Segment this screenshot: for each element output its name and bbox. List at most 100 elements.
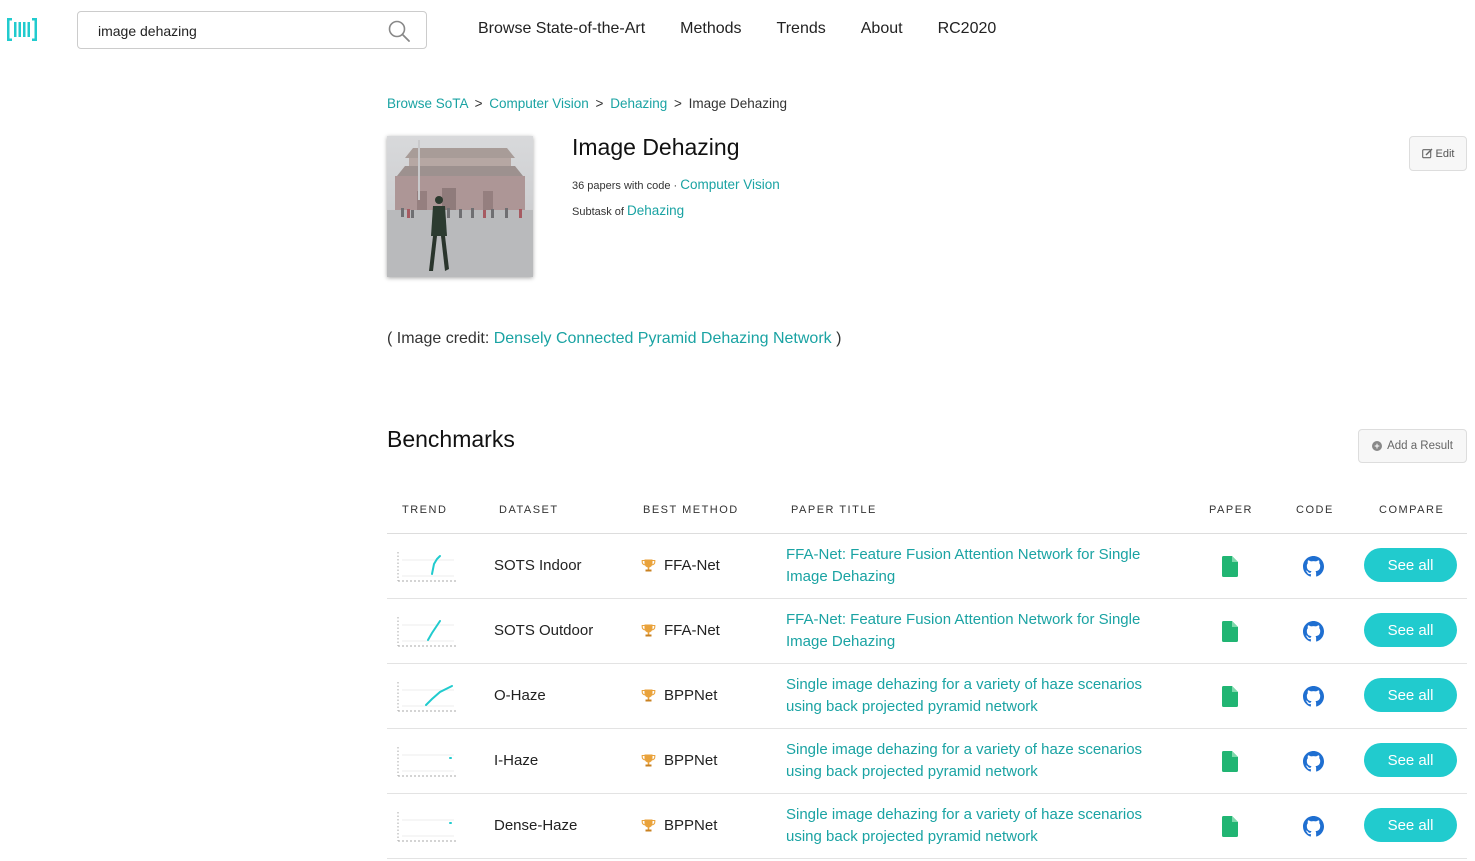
search-input[interactable]: image dehazing — [77, 11, 427, 49]
search-value[interactable]: image dehazing — [98, 23, 197, 39]
paper-title-link[interactable]: Single image dehazing for a variety of h… — [786, 674, 1166, 718]
parent-task-link[interactable]: Dehazing — [627, 203, 684, 218]
image-credit: ( Image credit: Densely Connected Pyrami… — [387, 330, 841, 348]
header-paper-title: PAPER TITLE — [791, 504, 877, 516]
trend-sparkline[interactable] — [396, 745, 458, 779]
trend-sparkline[interactable] — [396, 615, 458, 649]
header-dataset: DATASET — [499, 504, 559, 516]
best-method[interactable]: BPPNet — [641, 687, 717, 704]
table-row[interactable]: SOTS Indoor FFA-Net FFA-Net: Feature Fus… — [387, 534, 1467, 599]
trend-sparkline[interactable] — [396, 550, 458, 584]
table-row[interactable]: Dense-Haze BPPNet Single image dehazing … — [387, 794, 1467, 859]
trend-line — [431, 555, 441, 575]
dataset-name[interactable]: SOTS Outdoor — [494, 622, 593, 639]
paper-title-link[interactable]: FFA-Net: Feature Fusion Attention Networ… — [786, 609, 1166, 653]
add-result-label: Add a Result — [1387, 440, 1453, 452]
breadcrumb-browse-sota[interactable]: Browse SoTA — [387, 96, 468, 111]
see-all-button[interactable]: See all — [1364, 613, 1457, 647]
github-icon[interactable] — [1303, 621, 1324, 642]
github-icon[interactable] — [1303, 556, 1324, 577]
edit-label: Edit — [1435, 147, 1455, 160]
trend-sparkline[interactable] — [396, 680, 458, 714]
task-meta: 36 papers with code · Computer Vision — [572, 177, 780, 192]
paper-file-icon[interactable] — [1222, 816, 1238, 837]
table-row[interactable]: SOTS Outdoor FFA-Net FFA-Net: Feature Fu… — [387, 599, 1467, 664]
breadcrumb-separator: > — [674, 96, 682, 111]
papers-count: 36 papers with code — [572, 180, 671, 192]
dataset-name[interactable]: Dense-Haze — [494, 817, 577, 834]
table-row[interactable]: O-Haze BPPNet Single image dehazing for … — [387, 664, 1467, 729]
nav-about[interactable]: About — [861, 20, 903, 38]
table-header-row: TREND DATASET BEST METHOD PAPER TITLE PA… — [387, 494, 1467, 534]
trophy-icon — [641, 559, 656, 572]
best-method[interactable]: FFA-Net — [641, 557, 720, 574]
header-trend: TREND — [402, 504, 448, 516]
method-name: BPPNet — [664, 687, 718, 704]
paper-file-icon[interactable] — [1222, 621, 1238, 642]
see-all-button[interactable]: See all — [1364, 548, 1457, 582]
nav-rc2020[interactable]: RC2020 — [938, 20, 997, 38]
image-credit-suffix: ) — [836, 330, 842, 347]
github-icon[interactable] — [1303, 686, 1324, 707]
see-all-button[interactable]: See all — [1364, 678, 1457, 712]
add-result-button[interactable]: + Add a Result — [1358, 429, 1467, 463]
nav-trends[interactable]: Trends — [777, 20, 826, 38]
image-credit-prefix: ( Image credit: — [387, 330, 490, 347]
github-icon[interactable] — [1303, 751, 1324, 772]
see-all-button[interactable]: See all — [1364, 808, 1457, 842]
benchmarks-table: TREND DATASET BEST METHOD PAPER TITLE PA… — [387, 494, 1467, 859]
meta-dot: · — [673, 180, 678, 192]
method-name: FFA-Net — [664, 622, 720, 639]
breadcrumb: Browse SoTA > Computer Vision > Dehazing… — [387, 96, 787, 111]
trophy-icon — [641, 754, 656, 767]
method-name: BPPNet — [664, 752, 718, 769]
area-link[interactable]: Computer Vision — [680, 177, 780, 192]
edit-button[interactable]: Edit — [1409, 136, 1467, 171]
method-name: BPPNet — [664, 817, 718, 834]
header-paper: PAPER — [1209, 504, 1253, 516]
breadcrumb-dehazing[interactable]: Dehazing — [610, 96, 667, 111]
breadcrumb-separator: > — [474, 96, 483, 111]
page-title: Image Dehazing — [572, 134, 740, 160]
paper-title-link[interactable]: FFA-Net: Feature Fusion Attention Networ… — [786, 544, 1166, 588]
best-method[interactable]: BPPNet — [641, 817, 717, 834]
best-method[interactable]: BPPNet — [641, 752, 717, 769]
papers-with-code-logo[interactable] — [7, 17, 37, 42]
paper-title-link[interactable]: Single image dehazing for a variety of h… — [786, 804, 1166, 848]
benchmarks-heading: Benchmarks — [387, 426, 515, 452]
trophy-icon — [641, 689, 656, 702]
method-name: FFA-Net — [664, 557, 720, 574]
search-icon[interactable] — [388, 20, 410, 42]
github-icon[interactable] — [1303, 816, 1324, 837]
task-thumbnail-image — [387, 136, 533, 277]
dataset-name[interactable]: SOTS Indoor — [494, 557, 582, 574]
nav-browse-sota[interactable]: Browse State-of-the-Art — [478, 20, 645, 38]
see-all-button[interactable]: See all — [1364, 743, 1457, 777]
paper-file-icon[interactable] — [1222, 751, 1238, 772]
header-code: CODE — [1296, 504, 1334, 516]
trophy-icon — [641, 624, 656, 637]
breadcrumb-computer-vision[interactable]: Computer Vision — [489, 96, 589, 111]
trend-sparkline[interactable] — [396, 810, 458, 844]
header-compare: COMPARE — [1379, 504, 1445, 516]
breadcrumb-current: Image Dehazing — [688, 96, 787, 111]
trend-line — [427, 620, 441, 641]
nav-methods[interactable]: Methods — [680, 20, 741, 38]
trophy-icon — [641, 819, 656, 832]
header-best-method: BEST METHOD — [643, 504, 739, 516]
dataset-name[interactable]: I-Haze — [494, 752, 538, 769]
trend-line — [425, 685, 453, 706]
paper-title-link[interactable]: Single image dehazing for a variety of h… — [786, 739, 1166, 783]
paper-file-icon[interactable] — [1222, 686, 1238, 707]
navbar: image dehazing Browse State-of-the-Art M… — [0, 0, 1475, 62]
edit-icon — [1421, 148, 1433, 159]
image-credit-link[interactable]: Densely Connected Pyramid Dehazing Netwo… — [494, 330, 832, 347]
subtask-prefix: Subtask of — [572, 206, 624, 218]
subtask-info: Subtask of Dehazing — [572, 203, 684, 218]
breadcrumb-separator: > — [595, 96, 604, 111]
dataset-name[interactable]: O-Haze — [494, 687, 546, 704]
paper-file-icon[interactable] — [1222, 556, 1238, 577]
plus-circle-icon: + — [1372, 441, 1383, 451]
table-row[interactable]: I-Haze BPPNet Single image dehazing for … — [387, 729, 1467, 794]
best-method[interactable]: FFA-Net — [641, 622, 720, 639]
